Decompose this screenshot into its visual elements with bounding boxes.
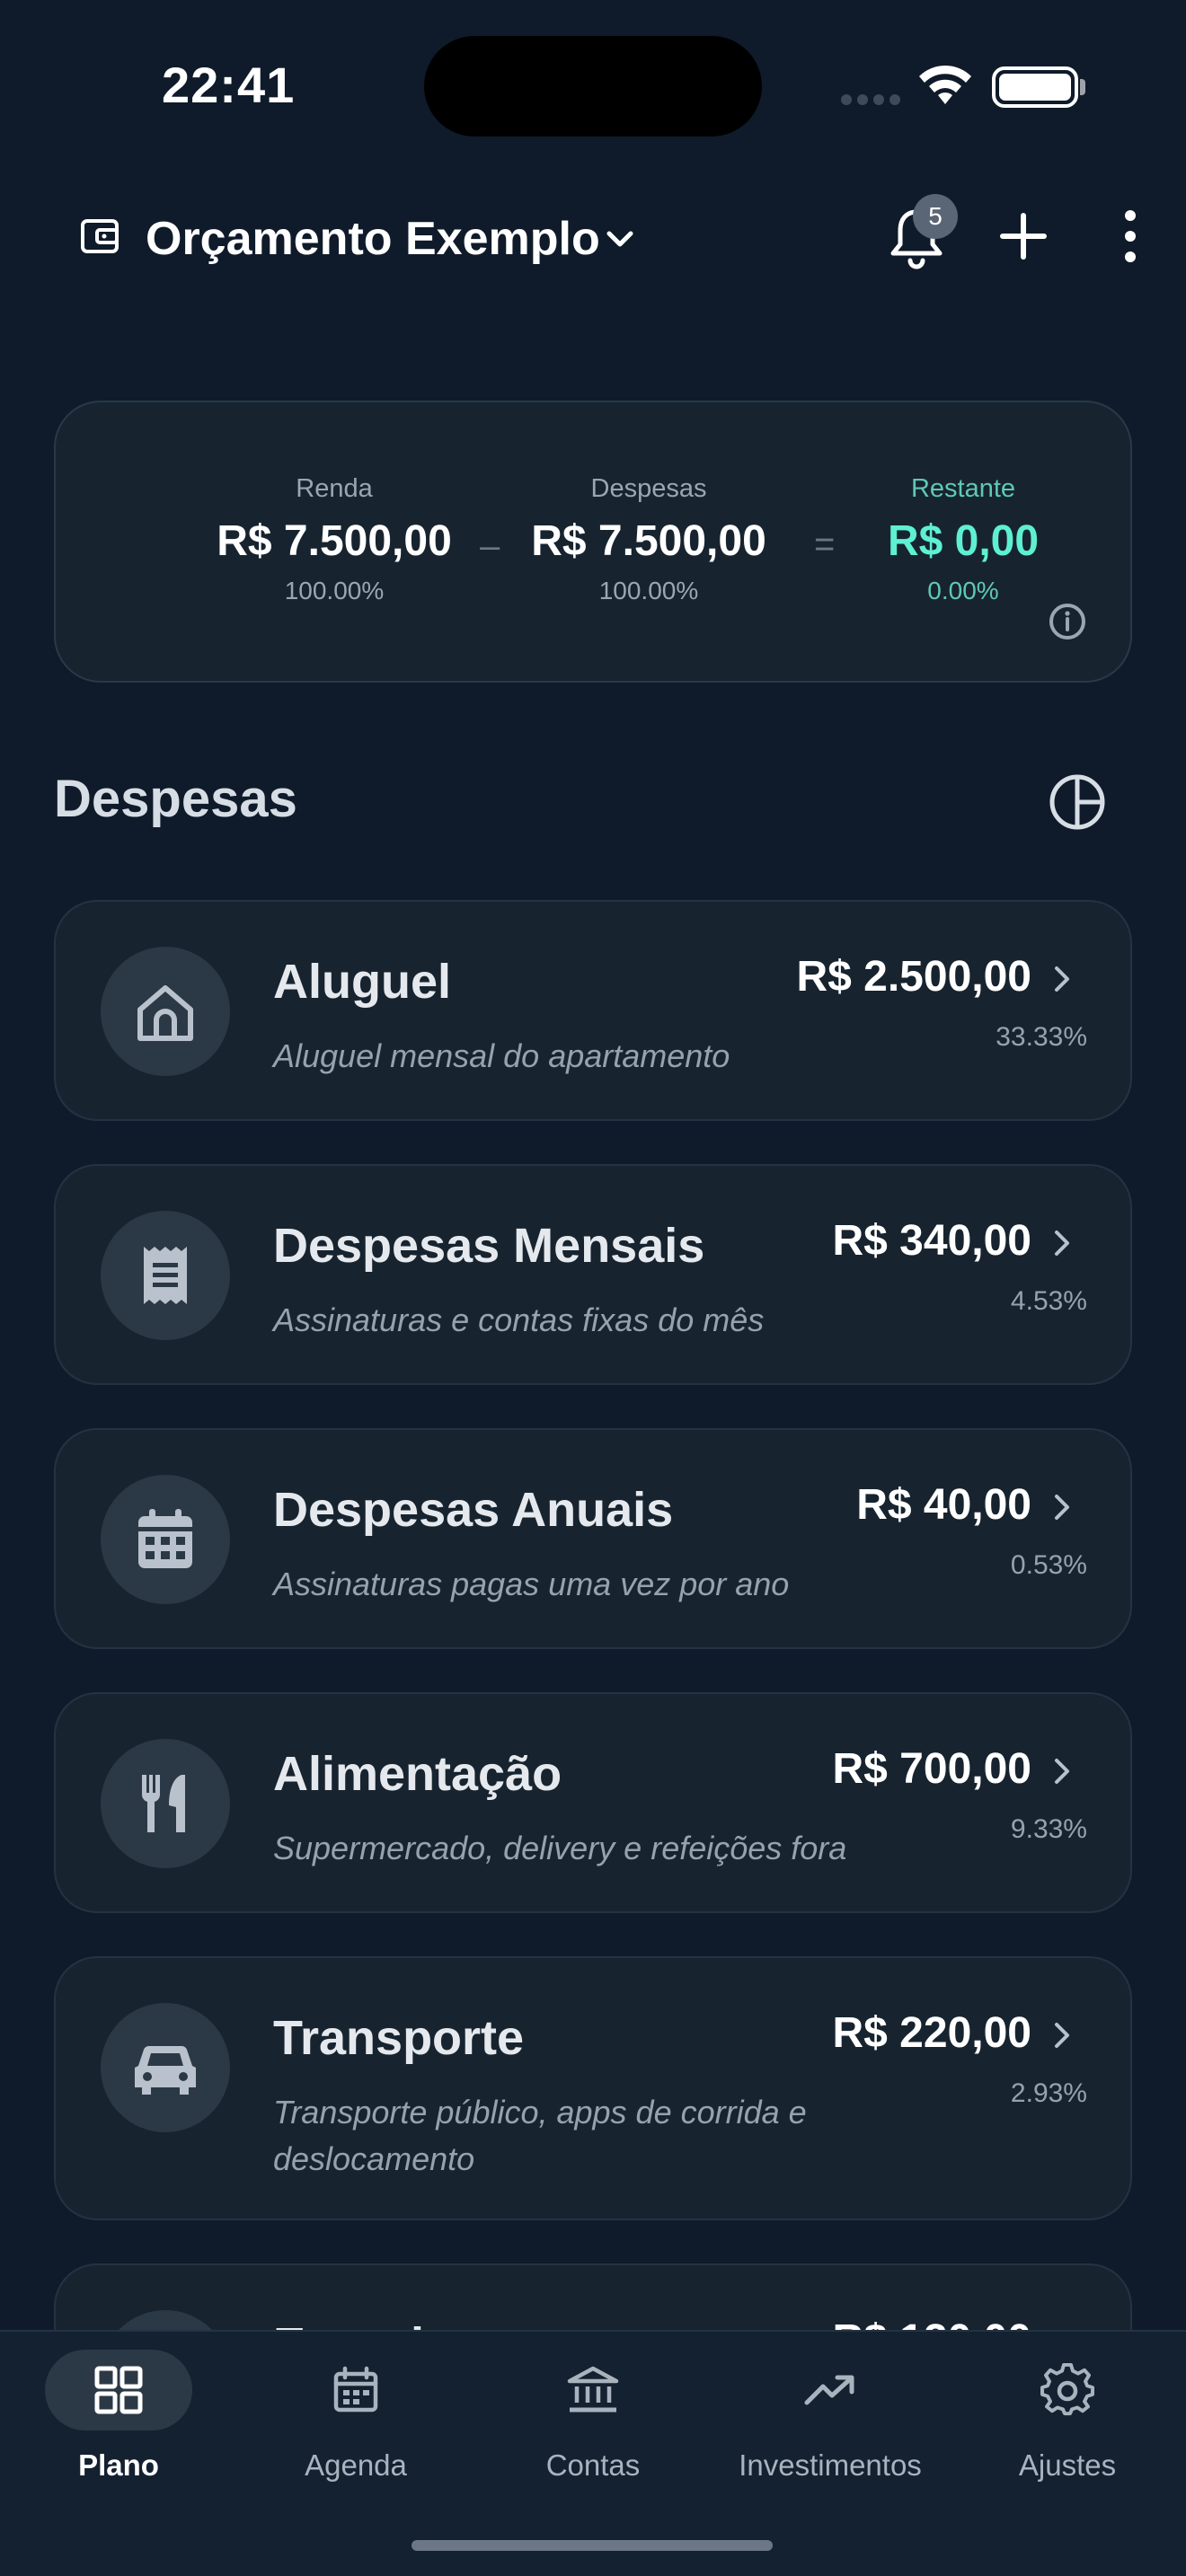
calendar-icon: [333, 2366, 378, 2413]
category-icon-circle: [101, 2310, 230, 2330]
nav-icon-slot: [757, 2350, 904, 2430]
status-time: 22:41: [162, 57, 296, 113]
category-card-despesas-anuais[interactable]: Despesas Anuais Assinaturas pagas uma ve…: [54, 1428, 1132, 1649]
category-name: Transporte: [273, 2011, 525, 2065]
notification-badge: 5: [913, 194, 958, 239]
chevron-down-icon[interactable]: [600, 223, 640, 255]
category-name: Despesas Mensais: [273, 1219, 705, 1273]
category-amount: R$ 340,00: [832, 1217, 1031, 1265]
budget-selector-title[interactable]: Orçamento Exemplo: [146, 212, 600, 266]
category-name: Energia: [273, 2317, 451, 2330]
more-options-icon[interactable]: [1120, 207, 1141, 266]
category-name: Despesas Anuais: [273, 1483, 674, 1537]
nav-label: Investimentos: [739, 2448, 922, 2482]
category-icon-circle: [101, 1739, 230, 1868]
nav-label: Ajustes: [1018, 2448, 1117, 2482]
calendar-icon: [138, 1509, 192, 1568]
budget-summary-card: Renda R$ 7.500,00 100.00% – Despesas R$ …: [54, 401, 1132, 683]
category-percent: 33.33%: [996, 1022, 1087, 1052]
wifi-icon: [919, 65, 971, 104]
bank-icon: [567, 2366, 619, 2413]
category-description: Supermercado, delivery e refeições fora: [273, 1830, 847, 1866]
app-screen: 22:41 Orçamento Exemplo 5 Renda R$ 7.500…: [0, 0, 1186, 2576]
category-icon-circle: [101, 2003, 230, 2132]
nav-item-ajustes[interactable]: Ajustes: [949, 2332, 1186, 2547]
category-icon-circle: [101, 947, 230, 1076]
category-card-energia[interactable]: Energia R$ 120,00: [54, 2263, 1132, 2330]
remaining-value: R$ 0,00: [887, 517, 1040, 565]
category-card-despesas-mensais[interactable]: Despesas Mensais Assinaturas e contas fi…: [54, 1164, 1132, 1385]
house-icon: [137, 985, 193, 1041]
remaining-percent: 0.00%: [927, 577, 999, 604]
category-description: Assinaturas pagas uma vez por ano: [273, 1566, 790, 1602]
bottom-navigation: Plano Agenda Contas Investimentos Ajuste…: [0, 2330, 1186, 2576]
category-amount: R$ 120,00: [832, 2316, 1031, 2330]
nav-label: Contas: [545, 2448, 641, 2482]
chevron-right-icon: [1055, 1231, 1069, 1256]
category-name: Aluguel: [273, 955, 451, 1009]
chevron-right-icon: [1055, 966, 1069, 992]
dynamic-island: [424, 36, 762, 137]
utensils-icon: [141, 1775, 185, 1832]
nav-item-investimentos[interactable]: Investimentos: [712, 2332, 949, 2547]
nav-icon-slot: [519, 2350, 667, 2430]
add-icon[interactable]: [999, 212, 1048, 260]
nav-label: Agenda: [305, 2448, 407, 2482]
cellular-signal-icon: [841, 93, 906, 110]
wallet-icon[interactable]: [79, 216, 120, 257]
category-percent: 0.53%: [1010, 1550, 1087, 1580]
category-amount: R$ 700,00: [832, 1745, 1031, 1793]
category-amount: R$ 220,00: [832, 2009, 1031, 2057]
remaining-summary: Restante R$ 0,00 0.00%: [774, 474, 1152, 605]
category-card-transporte[interactable]: Transporte Transporte público, apps de c…: [54, 1956, 1132, 2220]
grid-icon: [94, 2366, 143, 2414]
car-icon: [135, 2045, 196, 2095]
nav-active-indicator: [45, 2350, 192, 2430]
expense-category-list: Aluguel Aluguel mensal do apartamento R$…: [54, 900, 1132, 2330]
category-description: Assinaturas e contas fixas do mês: [273, 1301, 765, 1338]
battery-icon: [992, 66, 1078, 108]
chevron-right-icon: [1055, 2023, 1069, 2048]
category-icon-circle: [101, 1211, 230, 1340]
nav-icon-slot: [282, 2350, 429, 2430]
expenses-section-title: Despesas: [54, 770, 297, 828]
gear-icon: [1040, 2363, 1094, 2416]
remaining-label: Restante: [910, 474, 1016, 503]
receipt-icon: [144, 1247, 187, 1304]
home-indicator[interactable]: [412, 2540, 773, 2551]
nav-item-plano[interactable]: Plano: [0, 2332, 237, 2547]
pie-chart-icon[interactable]: [1048, 772, 1107, 832]
trend-up-icon: [804, 2375, 854, 2405]
status-bar: 22:41: [0, 0, 1186, 171]
category-description: Aluguel mensal do apartamento: [273, 1037, 730, 1074]
category-card-aluguel[interactable]: Aluguel Aluguel mensal do apartamento R$…: [54, 900, 1132, 1121]
category-card-alimentacao[interactable]: Alimentação Supermercado, delivery e ref…: [54, 1692, 1132, 1913]
category-icon-circle: [101, 1475, 230, 1604]
category-amount: R$ 40,00: [856, 1481, 1031, 1529]
nav-item-agenda[interactable]: Agenda: [237, 2332, 474, 2547]
nav-item-contas[interactable]: Contas: [474, 2332, 712, 2547]
battery-tip: [1080, 79, 1085, 95]
category-amount: R$ 2.500,00: [796, 953, 1031, 1001]
category-percent: 9.33%: [1010, 1814, 1087, 1844]
category-name: Alimentação: [273, 1747, 562, 1801]
category-percent: 4.53%: [1010, 1286, 1087, 1316]
category-percent: 2.93%: [1010, 2078, 1087, 2108]
nav-icon-slot: [994, 2350, 1141, 2430]
nav-label: Plano: [78, 2448, 159, 2482]
chevron-right-icon: [1055, 1759, 1069, 1784]
chevron-right-icon: [1055, 1495, 1069, 1520]
category-description: Transporte público, apps de corrida e de…: [273, 2094, 807, 2177]
info-icon[interactable]: [1048, 602, 1087, 641]
